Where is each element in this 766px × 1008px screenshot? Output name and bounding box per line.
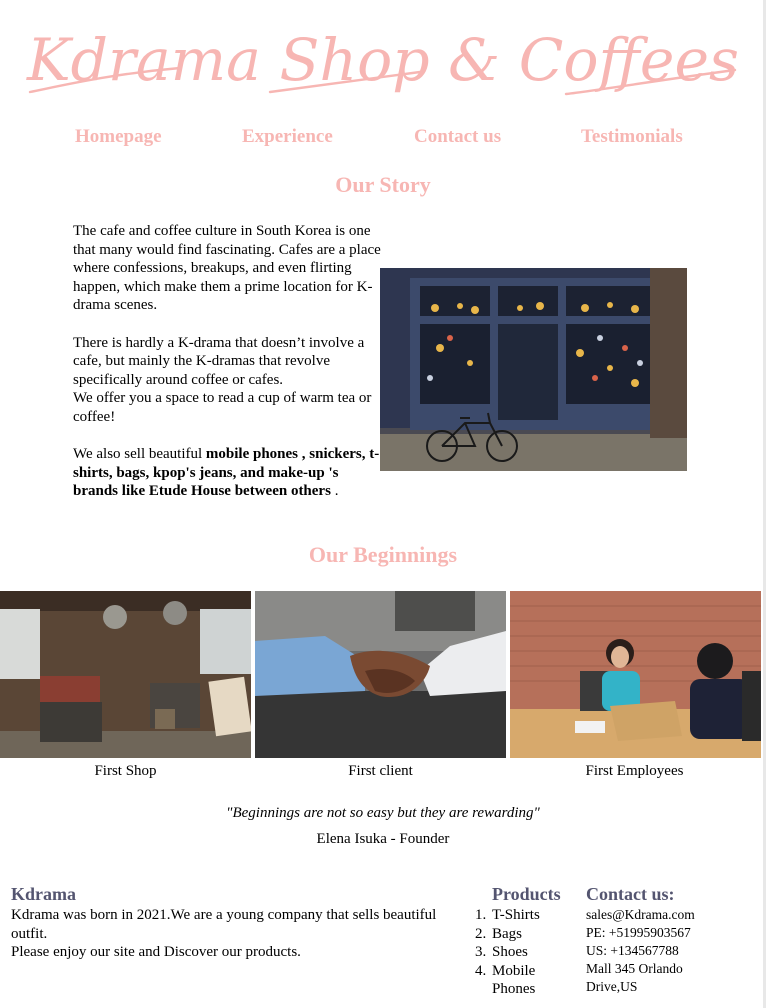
- product-number: 2.: [475, 925, 487, 942]
- footer-about-line-2: Please enjoy our site and Discover our p…: [11, 944, 301, 961]
- story-paragraph-3: We offer you a space to read a cup of wa…: [73, 390, 372, 425]
- quote-close-mark: ": [533, 805, 540, 821]
- product-number: 4.: [475, 962, 487, 979]
- founder-name: Elena Isuka - Founder: [316, 831, 450, 847]
- contact-email[interactable]: sales@Kdrama.com: [586, 906, 736, 924]
- first-employees-caption: First Employees: [585, 763, 684, 779]
- nav-contact-us[interactable]: Contact us: [414, 126, 501, 148]
- product-label: Mobile Phones: [492, 962, 536, 998]
- product-item: 3. Shoes: [475, 943, 572, 962]
- quote-text: Beginnings are not so easy but they are …: [232, 805, 534, 821]
- first-client-image: [255, 591, 506, 758]
- product-number: 1.: [475, 907, 487, 923]
- nav-experience[interactable]: Experience: [242, 126, 333, 148]
- first-client-caption: First client: [348, 763, 413, 779]
- product-item: 4. Mobile Phones: [475, 962, 572, 999]
- founder-quote: "Beginnings are not so easy but they are…: [0, 805, 766, 822]
- product-item: 1. T-Shirts: [475, 906, 572, 925]
- contact-phone-us: US: +134567788: [586, 943, 679, 958]
- footer-about-text: Kdrama was born in 2021.We are a young c…: [11, 906, 473, 962]
- our-story-heading: Our Story: [335, 172, 431, 197]
- cafe-storefront-image: [380, 268, 687, 471]
- nav-testimonials[interactable]: Testimonials: [581, 126, 683, 148]
- story-text: The cafe and coffee culture in South Kor…: [73, 222, 383, 520]
- contact-address: Mall 345 Orlando Drive,US: [586, 961, 683, 994]
- footer-products-list: 1. T-Shirts 2. Bags 3. Shoes 4. Mobile Phone…: [475, 906, 572, 999]
- story-p4-prefix: We also sell beautiful: [73, 446, 206, 463]
- product-label: Bags: [492, 925, 522, 942]
- story-p4-suffix: .: [330, 483, 339, 500]
- story-paragraph-1: The cafe and coffee culture in South Kor…: [73, 223, 381, 314]
- contact-phone-pe: PE: +51995903567: [586, 925, 691, 940]
- product-number: 3.: [475, 944, 487, 961]
- first-shop-image: [0, 591, 251, 758]
- story-paragraph-4: We also sell beautiful mobile phones , s…: [73, 445, 383, 501]
- nav-homepage[interactable]: Homepage: [75, 126, 162, 148]
- first-shop-caption: First Shop: [94, 763, 157, 779]
- brand-logo: Kdrama Shop & Coffees: [26, 26, 739, 96]
- footer-contact-title: Contact us:: [586, 884, 675, 904]
- footer-products-title: Products: [492, 884, 561, 904]
- our-beginnings-heading: Our Beginnings: [308, 542, 458, 567]
- product-label: T-Shirts: [492, 907, 540, 923]
- story-paragraph-2: There is hardly a K-drama that doesn’t i…: [73, 334, 365, 388]
- first-employees-image: [510, 591, 761, 758]
- product-item: 2. Bags: [475, 925, 572, 944]
- footer-contact-info: sales@Kdrama.com PE: +51995903567 US: +1…: [586, 906, 736, 996]
- footer-about-title: Kdrama: [11, 884, 76, 904]
- logo-text: Kdrama Shop & Coffees: [26, 26, 739, 94]
- main-nav: Homepage Experience Contact us Testimoni…: [0, 126, 766, 152]
- product-label: Shoes: [492, 944, 528, 961]
- footer-about-line-1: Kdrama was born in 2021.We are a young c…: [11, 907, 437, 942]
